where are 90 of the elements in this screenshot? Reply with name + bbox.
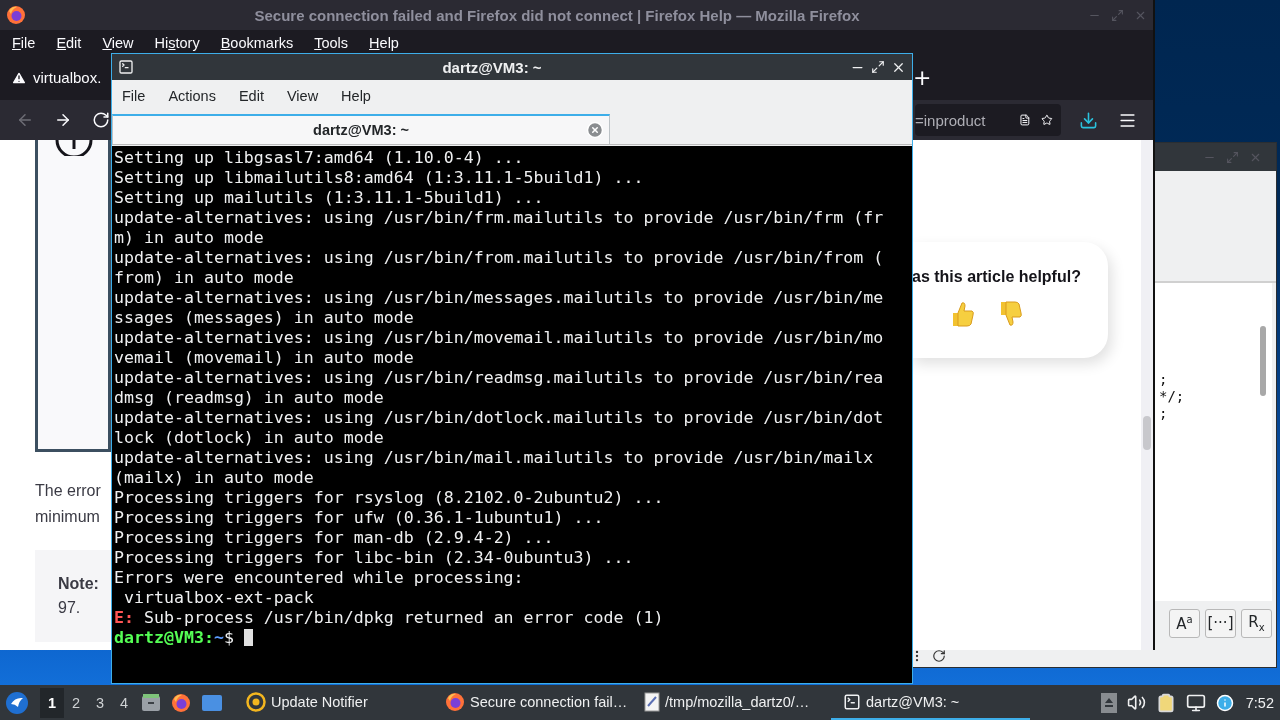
terminal-line: ssages (messages) in auto mode	[114, 308, 414, 328]
menu-item[interactable]: Help	[369, 34, 399, 51]
terminal-line: dmsg (readmsg) in auto mode	[114, 388, 384, 408]
monitor-icon[interactable]	[1185, 692, 1206, 713]
body-text: The error	[35, 481, 102, 501]
workspace-button[interactable]: 1	[40, 687, 64, 718]
terminal-line: update-alternatives: using /usr/bin/messages.mailutils to provide /usr/bin/me	[114, 288, 884, 308]
forward-icon[interactable]	[54, 111, 72, 129]
terminal-line: virtualbox-ext-pack	[123, 588, 314, 608]
note-text: 97.	[58, 598, 82, 618]
terminal-line: update-alternatives: using /usr/bin/movemail.mailutils to provide /usr/bin/mo	[114, 328, 884, 348]
address-field[interactable]: =inproduct	[915, 104, 1061, 136]
eject-icon[interactable]	[1100, 692, 1117, 713]
info-icon[interactable]	[1215, 693, 1234, 712]
terminal-line: update-alternatives: using /usr/bin/dotlock.mailutils to provide /usr/bin/dot	[114, 408, 884, 428]
terminal-line: update-alternatives: using /usr/bin/frm.mailutils to provide /usr/bin/frm (fr	[114, 208, 884, 228]
menu-item[interactable]: Help	[341, 88, 371, 104]
close-tab-icon[interactable]	[586, 121, 604, 139]
file-cabinet-icon[interactable]	[141, 692, 161, 713]
feedback-question: as this article helpful?	[911, 268, 1081, 286]
terminal-tab[interactable]: dartz@VM3: ~	[112, 114, 610, 144]
toolbar-button[interactable]: [···]	[1205, 608, 1236, 638]
menu-item[interactable]: Edit	[238, 88, 264, 104]
scrollbar-thumb[interactable]	[1260, 326, 1266, 396]
terminal-line: Processing triggers for rsyslog (8.2102.0-2ubuntu2) ...	[114, 488, 664, 508]
body-text: minimum	[35, 507, 101, 527]
toolbar-button[interactable]: A$^{a}$	[1169, 608, 1200, 638]
note-text: Note:	[58, 574, 100, 594]
menu-item[interactable]: View	[102, 34, 134, 51]
thumbs-up-icon[interactable]	[950, 300, 976, 328]
menu-item[interactable]: Tools	[314, 34, 349, 51]
task-button[interactable]: Update Notifier	[234, 685, 433, 720]
code-line: ;	[1159, 405, 1168, 422]
menu-item[interactable]: History	[154, 34, 200, 51]
workspace-button[interactable]: 3	[88, 687, 112, 718]
task-button[interactable]: /tmp/mozilla_dartz0/…	[632, 685, 831, 720]
terminal-line: (mailx) in auto mode	[114, 468, 314, 488]
error-line: E: Sub-process /usr/bin/dpkg returned an error code (1)	[114, 608, 664, 628]
menu-item[interactable]: File	[12, 34, 36, 51]
update-icon	[246, 691, 266, 712]
firefox-icon[interactable]	[171, 692, 191, 713]
code-line: */;	[1159, 388, 1185, 405]
menu-item[interactable]: View	[286, 88, 319, 104]
maximize-icon[interactable]	[871, 59, 885, 74]
terminal-line: lock (dotlock) in auto mode	[114, 428, 384, 448]
terminal-line: from) in auto mode	[114, 268, 294, 288]
window-title: Secure connection failed and Firefox did not connect | Firefox Help — Mozilla Firefox	[253, 6, 861, 24]
terminal-icon	[118, 59, 134, 75]
terminal-line: Errors were encountered while processing:	[114, 568, 524, 588]
menu-item[interactable]: Edit	[56, 34, 82, 51]
download-icon[interactable]	[1079, 110, 1098, 130]
terminal-line: Setting up libmailutils8:amd64 (1:3.11.1-5build1) ...	[114, 168, 644, 188]
terminal-line: Processing triggers for libc-bin (2.34-0ubuntu3) ...	[114, 548, 634, 568]
workspace-button[interactable]: 2	[64, 687, 88, 718]
clock: 7:52	[1245, 694, 1274, 711]
window-title: dartz@VM3: ~	[441, 58, 543, 76]
menu-item[interactable]: Actions	[168, 88, 216, 104]
browser-tab[interactable]: virtualbox.	[0, 59, 111, 96]
firefox-logo-icon	[6, 5, 26, 25]
desktop-icon[interactable]	[201, 693, 223, 712]
terminal-line: Setting up mailutils (1:3.11.1-5build1) ...	[114, 188, 544, 208]
terminal-line: Processing triggers for ufw (0.36.1-1ubuntu1) ...	[114, 508, 604, 528]
warning-icon	[11, 69, 27, 86]
code-line: ;	[1159, 371, 1168, 388]
start-menu-icon[interactable]	[5, 690, 29, 715]
terminal-line: Setting up libgsasl7:amd64 (1.10.0-4) ...	[114, 148, 524, 168]
thumbs-down-icon[interactable]	[998, 300, 1024, 328]
terminal-icon	[843, 692, 861, 711]
terminal-line: m) in auto mode	[114, 228, 264, 248]
reader-view-icon[interactable]	[1019, 111, 1032, 129]
terminal-screen[interactable]	[112, 146, 912, 683]
new-tab-button[interactable]: +	[909, 66, 936, 89]
terminal-line: update-alternatives: using /usr/bin/readmsg.mailutils to provide /usr/bin/rea	[114, 368, 884, 388]
alert-icon	[55, 140, 93, 156]
reload-icon[interactable]	[932, 649, 946, 663]
menu-item[interactable]: File	[122, 88, 146, 104]
terminal-line: update-alternatives: using /usr/bin/from.mailutils to provide /usr/bin/from (	[114, 248, 884, 268]
document-icon	[644, 691, 660, 712]
shell-prompt: dartz@VM3:~$	[114, 628, 253, 648]
volume-icon[interactable]	[1126, 693, 1146, 712]
task-button[interactable]: dartz@VM3: ~	[831, 685, 1030, 720]
workspace-button[interactable]: 4	[112, 687, 136, 718]
terminal-line: vemail (movemail) in auto mode	[114, 348, 414, 368]
menu-item[interactable]: Bookmarks	[220, 34, 294, 51]
terminal-line: Processing triggers for man-db (2.9.4-2) ...	[114, 528, 554, 548]
task-button[interactable]: Secure connection fail…	[433, 685, 632, 720]
firefox-icon	[445, 691, 465, 712]
scrollbar[interactable]	[1141, 140, 1153, 650]
terminal-line: update-alternatives: using /usr/bin/mail.mailutils to provide /usr/bin/mailx	[114, 448, 874, 468]
toolbar-button[interactable]: R$_{x}$	[1241, 608, 1272, 638]
